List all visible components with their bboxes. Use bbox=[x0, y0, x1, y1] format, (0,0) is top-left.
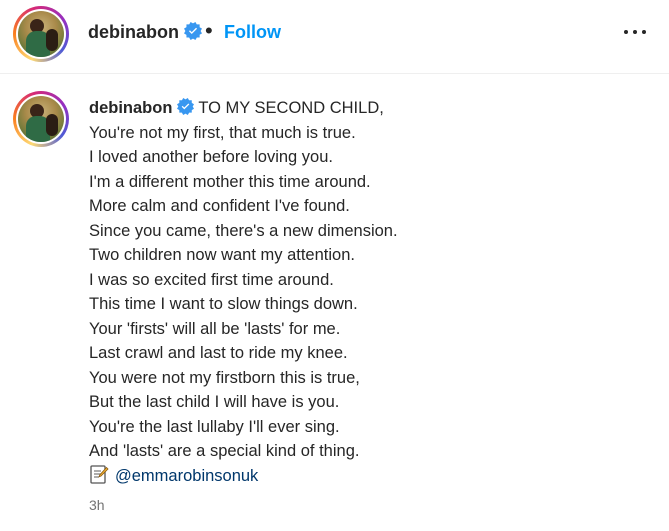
post-caption: debinabon TO MY SECOND CHILD, You're not… bbox=[89, 96, 659, 488]
caption-line: Two children now want my attention. bbox=[89, 246, 355, 264]
caption-line: Since you came, there's a new dimension. bbox=[89, 221, 398, 240]
verified-badge-icon bbox=[177, 98, 195, 115]
header-username-group: debinabon bbox=[88, 22, 203, 43]
caption-line: You're the last lullaby I'll ever sing. bbox=[89, 417, 340, 436]
caption-line: You're not my first, that much is true. bbox=[89, 123, 356, 142]
caption-line: You were not my firstborn this is true, bbox=[89, 368, 360, 387]
profile-avatar[interactable] bbox=[13, 6, 69, 62]
caption-line: This time I want to slow things down. bbox=[89, 295, 358, 313]
mention-link[interactable]: @emmarobinsonuk bbox=[115, 467, 258, 485]
caption-avatar[interactable] bbox=[13, 91, 69, 147]
caption-title: TO MY SECOND CHILD, bbox=[198, 99, 384, 117]
avatar-photo bbox=[18, 11, 64, 57]
caption-line: More calm and confident I've found. bbox=[89, 197, 350, 215]
avatar-photo bbox=[18, 96, 64, 142]
header-divider bbox=[0, 73, 669, 74]
separator-dot: • bbox=[205, 18, 213, 43]
caption-line: Your 'firsts' will all be 'lasts' for me… bbox=[89, 319, 341, 338]
caption-line: I'm a different mother this time around. bbox=[89, 172, 371, 191]
header-username[interactable]: debinabon bbox=[88, 22, 179, 42]
caption-line: And 'lasts' are a special kind of thing. bbox=[89, 442, 360, 460]
verified-badge-icon bbox=[184, 22, 203, 40]
follow-button[interactable]: Follow bbox=[224, 22, 281, 43]
caption-line: I was so excited first time around. bbox=[89, 270, 334, 289]
caption-credit-line: @emmarobinsonuk bbox=[89, 464, 659, 489]
more-options-icon[interactable] bbox=[620, 22, 650, 42]
memo-icon bbox=[90, 464, 109, 484]
post-timestamp[interactable]: 3h bbox=[89, 497, 105, 513]
post-header: debinabon • Follow bbox=[0, 0, 669, 66]
caption-first-line: debinabon TO MY SECOND CHILD, bbox=[89, 96, 659, 121]
caption-username[interactable]: debinabon bbox=[89, 99, 172, 117]
caption-line: But the last child I will have is you. bbox=[89, 393, 340, 411]
caption-line: I loved another before loving you. bbox=[89, 148, 333, 166]
caption-line: Last crawl and last to ride my knee. bbox=[89, 344, 348, 362]
